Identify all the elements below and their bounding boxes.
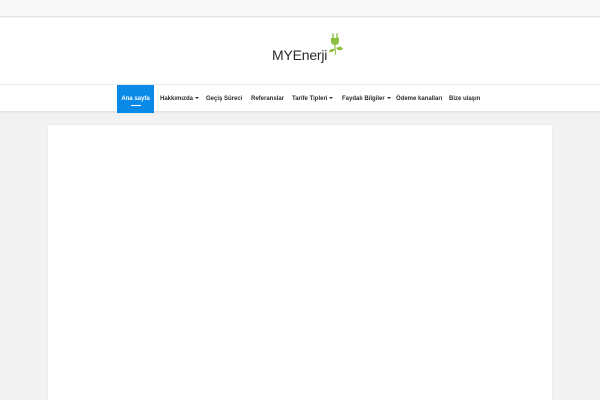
nav-item-odeme-kanallari[interactable]: Ödeme kanalları	[396, 85, 442, 113]
nav-item-ana-sayfa[interactable]: Ana sayfa	[117, 85, 154, 113]
chevron-down-icon	[329, 97, 334, 99]
nav-item-label: Referanslar	[251, 96, 285, 102]
main-navigation: Ana sayfa Hakkımızda Geçiş Süreci Refera…	[0, 84, 600, 113]
logo-text: MYEnerji	[272, 47, 328, 63]
nav-item-label: Hakkımızda	[160, 96, 194, 102]
nav-item-label: Tarife Tipleri	[292, 96, 328, 102]
nav-item-tarife-tipleri[interactable]: Tarife Tipleri	[292, 85, 334, 113]
nav-item-bize-ulasin[interactable]: Bize ulaşın	[449, 85, 480, 113]
nav-item-label: Ödeme kanalları	[396, 96, 443, 102]
nav-item-gecis-sureci[interactable]: Geçiş Süreci	[206, 85, 242, 113]
chevron-down-icon	[386, 97, 391, 99]
nav-item-label: Bize ulaşın	[449, 96, 481, 102]
site-header: MYEnerji	[0, 18, 600, 84]
nav-item-hakkimizda[interactable]: Hakkımızda	[160, 85, 200, 113]
nav-item-faydali-bilgiler[interactable]: Faydalı Bilgiler	[342, 85, 391, 113]
nav-item-label: Geçiş Süreci	[206, 96, 243, 102]
nav-item-label: Faydalı Bilgiler	[342, 96, 385, 102]
main-content-area	[47, 124, 553, 400]
plug-leaf-icon	[329, 33, 344, 56]
active-indicator	[130, 105, 141, 106]
top-bar	[0, 0, 600, 17]
site-logo[interactable]: MYEnerji	[272, 33, 345, 63]
nav-item-label: Ana sayfa	[121, 96, 150, 102]
chevron-down-icon	[195, 97, 200, 99]
nav-item-referanslar[interactable]: Referanslar	[251, 85, 284, 113]
